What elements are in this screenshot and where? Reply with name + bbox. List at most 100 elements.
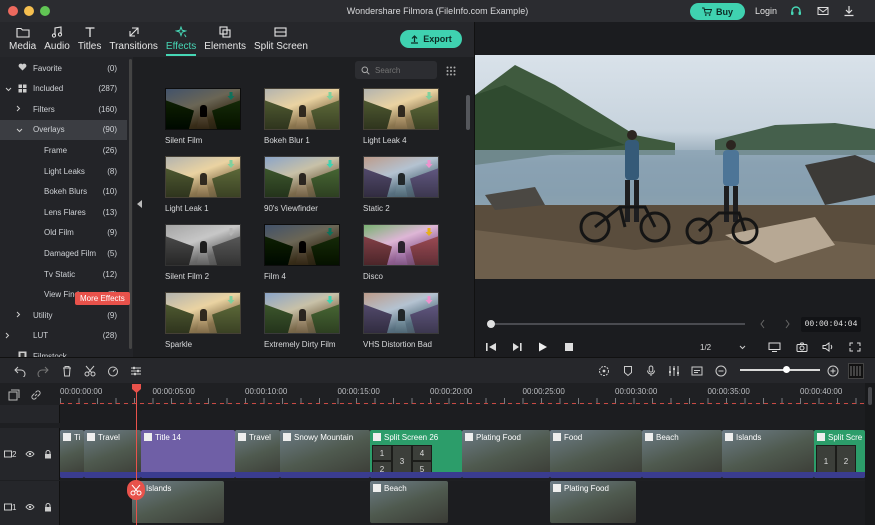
- tab-transitions[interactable]: Transitions: [105, 22, 162, 57]
- tab-elements[interactable]: Elements: [200, 22, 250, 57]
- sidebar-item-utility[interactable]: Utility (9): [0, 305, 127, 325]
- grid-view-icon[interactable]: [446, 66, 456, 76]
- login-link[interactable]: Login: [755, 6, 777, 16]
- timeline-vertical-scrollbar[interactable]: [865, 383, 875, 525]
- playhead-scissor-button[interactable]: [127, 480, 145, 500]
- snapshot-camera-icon[interactable]: [796, 342, 808, 352]
- link-chain-icon[interactable]: [30, 389, 42, 401]
- download-arrow-icon[interactable]: [326, 228, 334, 237]
- voiceover-mic-icon[interactable]: [645, 365, 657, 377]
- tab-effects[interactable]: Effects: [162, 22, 200, 57]
- download-icon[interactable]: [843, 5, 855, 17]
- download-arrow-icon[interactable]: [425, 228, 433, 237]
- collapse-sidebar-arrow-icon[interactable]: [137, 200, 142, 208]
- timeline-scroll-thumb[interactable]: [868, 387, 872, 405]
- export-button[interactable]: Export: [400, 30, 462, 48]
- mail-icon[interactable]: [817, 5, 829, 17]
- effect-thumbnail[interactable]: [165, 224, 241, 266]
- stop-icon[interactable]: [563, 342, 575, 352]
- timeline-zoom-handle[interactable]: [783, 366, 790, 373]
- sidebar-item-lut[interactable]: LUT (28): [0, 326, 127, 346]
- effect-thumbnail[interactable]: [165, 88, 241, 130]
- timeline-clip-food[interactable]: Food: [550, 430, 642, 478]
- timeline-clip-beach[interactable]: Beach: [370, 481, 448, 523]
- zoom-in-icon[interactable]: [827, 365, 839, 377]
- effect-thumbnail[interactable]: [363, 88, 439, 130]
- sidebar-item-frame[interactable]: Frame (26): [0, 140, 127, 160]
- download-arrow-icon[interactable]: [227, 228, 235, 237]
- sidebar-item-old-film[interactable]: Old Film (9): [0, 223, 127, 243]
- tab-media[interactable]: Media: [5, 22, 40, 57]
- cut-scissors-icon[interactable]: [84, 365, 96, 377]
- sidebar-item-damaged-film[interactable]: Damaged Film (5): [0, 243, 127, 263]
- download-arrow-icon[interactable]: [227, 160, 235, 169]
- speed-gauge-icon[interactable]: [107, 365, 119, 377]
- playhead-line[interactable]: [136, 386, 137, 525]
- effect-card-light-leak-4[interactable]: Light Leak 4: [363, 88, 441, 145]
- preview-scrub-handle[interactable]: [487, 320, 495, 328]
- chevron-down-icon[interactable]: [5, 85, 12, 94]
- timeline-clip-travel[interactable]: Travel: [235, 430, 280, 478]
- sidebar-item-bokeh-blurs[interactable]: Bokeh Blurs (10): [0, 182, 127, 202]
- timeline-clip-ti[interactable]: Ti: [60, 430, 84, 478]
- render-preview-icon[interactable]: [598, 365, 610, 377]
- lock-icon[interactable]: [44, 503, 52, 512]
- undo-icon[interactable]: [14, 365, 26, 377]
- download-arrow-icon[interactable]: [425, 160, 433, 169]
- timeline-clip-beach[interactable]: Beach: [642, 430, 722, 478]
- effect-thumbnail[interactable]: [264, 292, 340, 334]
- tab-audio[interactable]: Audio: [40, 22, 74, 57]
- play-frame-icon[interactable]: [511, 342, 523, 352]
- timeline-zoom-slider[interactable]: [740, 369, 820, 371]
- chevron-down-icon[interactable]: [16, 126, 23, 135]
- effect-thumbnail[interactable]: [264, 88, 340, 130]
- download-arrow-icon[interactable]: [425, 92, 433, 101]
- chevron-right-icon[interactable]: [16, 105, 21, 114]
- redo-icon[interactable]: [37, 365, 49, 377]
- display-monitor-icon[interactable]: [768, 342, 781, 352]
- eye-icon[interactable]: [25, 450, 35, 458]
- delete-trash-icon[interactable]: [61, 365, 73, 377]
- sidebar-item-lens-flares[interactable]: Lens Flares (13): [0, 202, 127, 222]
- audio-mixer-icon[interactable]: [668, 365, 680, 377]
- timeline-clip-plating-food[interactable]: Plating Food: [550, 481, 636, 523]
- effect-thumbnail[interactable]: [363, 292, 439, 334]
- timeline-clip-islands[interactable]: Islands: [132, 481, 224, 523]
- effect-thumbnail[interactable]: [165, 292, 241, 334]
- sidebar-scrollbar[interactable]: [129, 59, 132, 349]
- timeline-clip-islands[interactable]: Islands: [722, 430, 814, 478]
- timeline-clip-plating-food[interactable]: Plating Food: [462, 430, 550, 478]
- mark-in-out-brackets-icon[interactable]: [760, 319, 790, 329]
- effect-thumbnail[interactable]: [264, 224, 340, 266]
- headset-support-icon[interactable]: [790, 5, 802, 17]
- timeline-clip-travel[interactable]: Travel: [84, 430, 141, 478]
- zoom-window-button[interactable]: [40, 6, 50, 16]
- sidebar-item-included[interactable]: Included (287): [0, 79, 127, 99]
- effect-card-film-4[interactable]: Film 4: [264, 224, 342, 281]
- effect-card-light-leak-1[interactable]: Light Leak 1: [165, 156, 243, 213]
- preview-scrub-track[interactable]: [489, 323, 745, 325]
- tab-split-screen[interactable]: Split Screen: [250, 22, 312, 57]
- effect-card-static-2[interactable]: Static 2: [363, 156, 441, 213]
- eye-icon[interactable]: [25, 503, 35, 511]
- sidebar-item-filters[interactable]: Filters (160): [0, 99, 127, 119]
- download-arrow-icon[interactable]: [326, 160, 334, 169]
- more-effects-button[interactable]: More Effects: [75, 292, 130, 305]
- search-input[interactable]: [375, 65, 431, 75]
- subtitle-icon[interactable]: [691, 365, 703, 377]
- close-window-button[interactable]: [8, 6, 18, 16]
- effect-card-sparkle[interactable]: Sparkle: [165, 292, 243, 349]
- chevron-right-icon[interactable]: [16, 311, 21, 320]
- step-back-icon[interactable]: [485, 342, 497, 352]
- volume-icon[interactable]: [822, 342, 834, 352]
- tab-titles[interactable]: Titles: [74, 22, 106, 57]
- download-arrow-icon[interactable]: [425, 296, 433, 305]
- effect-thumbnail[interactable]: [363, 224, 439, 266]
- timeline-clip-title-14[interactable]: Title 14: [141, 430, 235, 478]
- effect-thumbnail[interactable]: [363, 156, 439, 198]
- chevron-right-icon[interactable]: [5, 332, 10, 341]
- download-arrow-icon[interactable]: [227, 296, 235, 305]
- effect-card-90-s-viewfinder[interactable]: 90's Viewfinder: [264, 156, 342, 213]
- fullscreen-icon[interactable]: [849, 342, 861, 352]
- marker-shield-icon[interactable]: [622, 365, 634, 377]
